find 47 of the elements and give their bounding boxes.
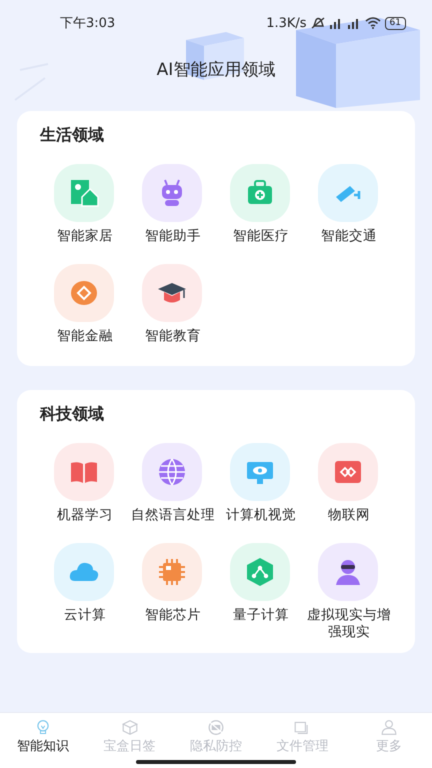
battery-level: 61	[384, 16, 406, 30]
section-heading: 科技领域	[40, 404, 105, 425]
house-icon	[68, 177, 100, 209]
app-tile-button[interactable]	[142, 443, 202, 501]
app-tile-button[interactable]	[54, 443, 114, 501]
app-label: 虚拟现实与增强现实	[306, 607, 392, 641]
status-time: 下午3:03	[60, 15, 116, 32]
app-tile-button[interactable]	[230, 164, 290, 222]
app-label: 智能医疗	[232, 228, 290, 245]
section-heading: 生活领域	[40, 125, 105, 146]
wifi-icon	[364, 17, 381, 29]
app-label: 智能教育	[144, 328, 202, 345]
signal-icon	[328, 17, 343, 29]
app-label: 智能芯片	[144, 607, 202, 624]
app-label: 计算机视觉	[225, 507, 297, 524]
app-label: 量子计算	[232, 607, 290, 624]
tab[interactable]: 文件管理	[259, 713, 346, 755]
app-label: 机器学习	[56, 507, 114, 524]
globe-icon	[156, 456, 188, 488]
app-tile-button[interactable]	[230, 543, 290, 601]
tab[interactable]: 隐私防控	[172, 713, 260, 755]
page-title: AI智能应用领域	[156, 59, 276, 81]
app-tile-button[interactable]	[318, 543, 378, 601]
app-label: 智能交通	[320, 228, 378, 245]
app-tile-button[interactable]	[54, 164, 114, 222]
app-label: 智能助手	[144, 228, 202, 245]
app-label: 智能家居	[56, 228, 114, 245]
app-tile-button[interactable]	[318, 443, 378, 501]
app-tile-button[interactable]	[54, 264, 114, 322]
app-tile-button[interactable]	[230, 443, 290, 501]
app-tile-button[interactable]	[318, 164, 378, 222]
mute-icon	[310, 17, 325, 29]
app-tile-button[interactable]	[142, 264, 202, 322]
chip-icon	[156, 556, 188, 588]
signal-icon	[346, 17, 361, 29]
app-tile-button[interactable]	[142, 164, 202, 222]
share-icon	[244, 556, 276, 588]
tab[interactable]: 更多	[346, 713, 432, 755]
tab[interactable]: 宝盒日签	[86, 713, 173, 755]
app-tile-button[interactable]	[142, 543, 202, 601]
app-label: 智能金融	[56, 328, 114, 345]
app-tile-button[interactable]	[54, 543, 114, 601]
app-label: 自然语言处理	[130, 507, 216, 524]
network-speed: 1.3K/s	[266, 16, 307, 30]
app-label: 云计算	[63, 607, 107, 624]
tab[interactable]: 智能知识	[0, 713, 86, 755]
app-label: 物联网	[327, 507, 371, 524]
